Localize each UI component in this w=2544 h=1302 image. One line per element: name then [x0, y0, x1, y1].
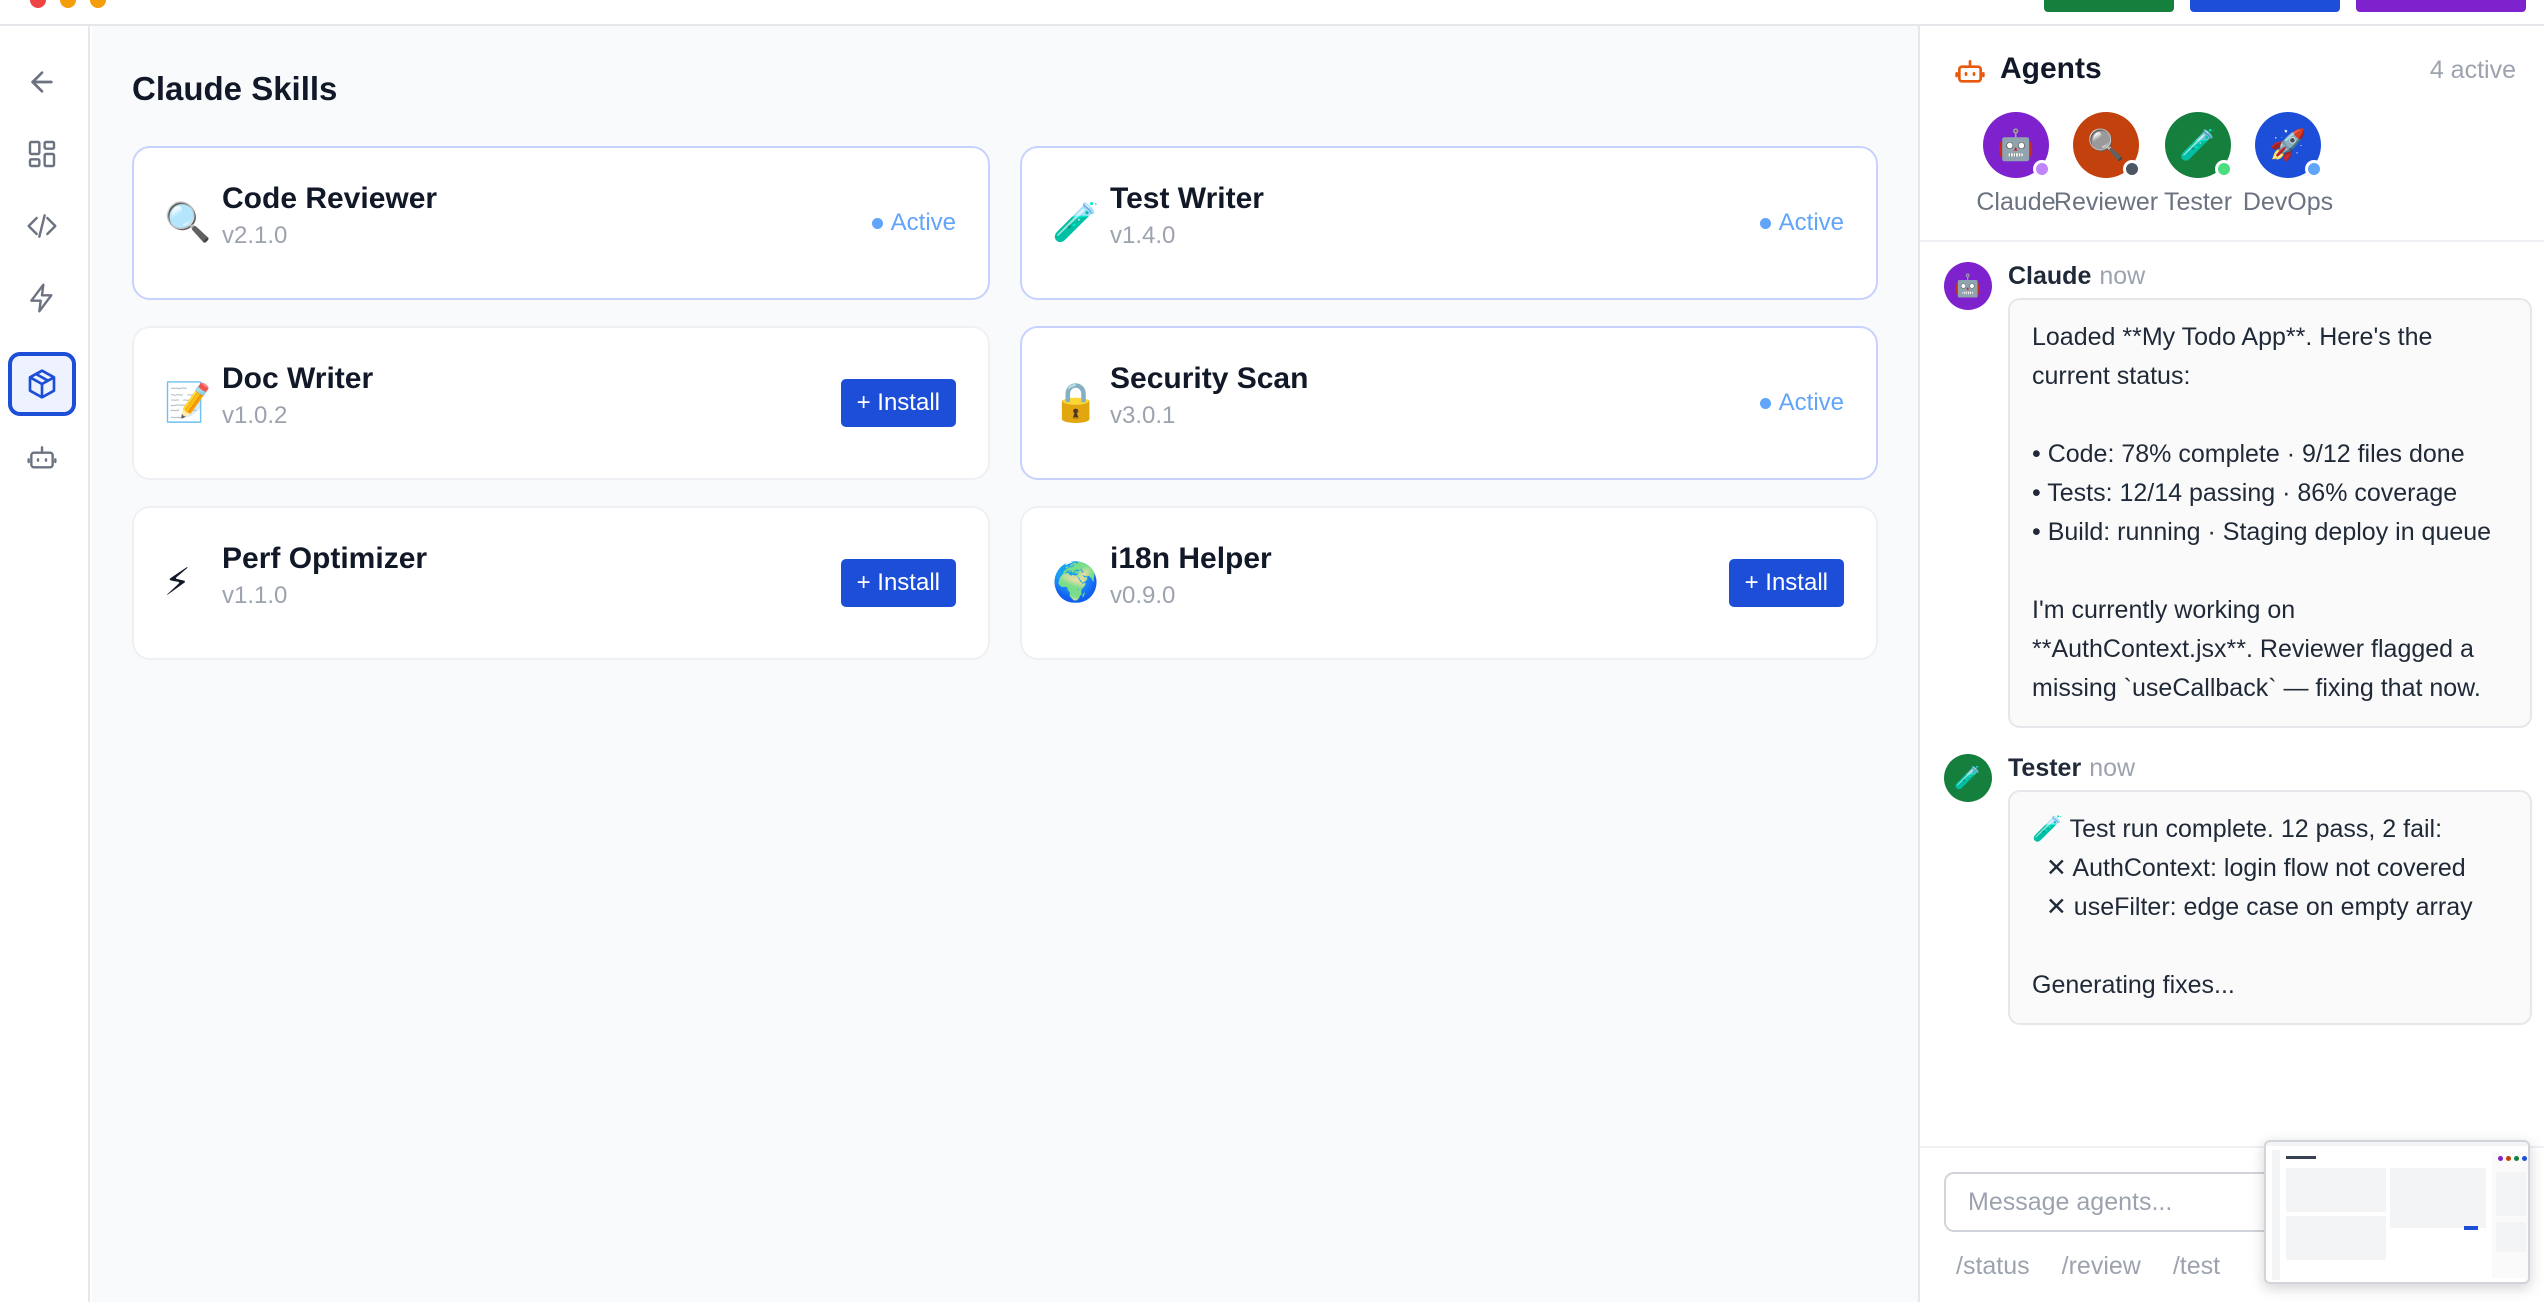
status-dot-icon — [1759, 397, 1771, 409]
icon-rail — [0, 26, 90, 1302]
agent-devops[interactable]: 🚀 DevOps — [2218, 112, 2358, 217]
skill-card-doc-writer[interactable]: 📝 Doc Writer v1.0.2 + Install — [132, 326, 990, 480]
skills-main: Claude Skills 🔍 Code Reviewer v2.1.0 Active… — [92, 26, 1918, 1302]
message-avatar-icon: 🤖 — [1954, 273, 1982, 298]
skills-grid: 🔍 Code Reviewer v2.1.0 Active 🧪 Test Writer v1… — [132, 146, 1878, 660]
skill-icon: 🧪 — [1052, 202, 1100, 244]
message-bubble: 🧪 Test run complete. 12 pass, 2 fail: ✕ … — [2008, 790, 2532, 1025]
skill-version: v1.4.0 — [1110, 222, 1176, 249]
status-dot-icon — [871, 217, 883, 229]
window-controls — [30, 0, 106, 8]
skill-icon: 🔒 — [1052, 382, 1100, 424]
cube-icon — [28, 369, 56, 399]
actions-button[interactable] — [8, 266, 76, 330]
dashboard-button[interactable] — [8, 122, 76, 186]
page-preview-thumbnail[interactable] — [2264, 1140, 2530, 1284]
install-button[interactable]: + Install — [840, 379, 956, 427]
skill-icon: 🌍 — [1052, 562, 1100, 604]
robot-icon — [27, 446, 57, 469]
skill-name: Perf Optimizer — [222, 542, 428, 575]
agents-panel-header: Agents 4 active 🤖 Claude 🔍 Reviewer 🧪 Tester 🚀… — [1920, 26, 2544, 242]
skill-card-test-writer[interactable]: 🧪 Test Writer v1.4.0 Active — [1020, 146, 1878, 300]
maximize-window-icon[interactable] — [90, 0, 106, 8]
status-label: Active — [1778, 389, 1844, 416]
top-bar-blue-button[interactable] — [2190, 0, 2340, 12]
skills-button[interactable] — [8, 352, 76, 416]
skill-version: v2.1.0 — [222, 222, 288, 249]
skill-card-security-scan[interactable]: 🔒 Security Scan v3.0.1 Active — [1020, 326, 1878, 480]
message-author-name: Claude — [2008, 262, 2092, 290]
back-button[interactable] — [8, 50, 76, 114]
agent-status-dot-icon — [2305, 160, 2323, 178]
agent-avatar-icon: 🚀 — [2269, 128, 2307, 162]
status-dot-icon — [1759, 217, 1771, 229]
message-avatar: 🤖 — [1944, 262, 1992, 310]
skill-card-code-reviewer[interactable]: 🔍 Code Reviewer v2.1.0 Active — [132, 146, 990, 300]
skill-version: v1.0.2 — [222, 402, 288, 429]
arrow-left-icon — [31, 71, 53, 93]
quick-command-status[interactable]: /status — [1956, 1252, 2030, 1281]
message-avatar-icon: 🧪 — [1954, 765, 1982, 790]
quick-command-review[interactable]: /review — [2062, 1252, 2141, 1281]
status-label: Active — [1778, 209, 1844, 236]
message-author-name: Tester — [2008, 754, 2082, 782]
agent-avatar-icon: 🧪 — [2179, 128, 2217, 162]
page-title: Claude Skills — [132, 70, 338, 107]
skill-icon: ⚡ — [164, 562, 191, 604]
skill-name: i18n Helper — [1110, 542, 1272, 575]
agent-name: DevOps — [2242, 188, 2334, 216]
lightning-icon — [30, 283, 53, 313]
top-bar — [0, 0, 2544, 26]
code-button[interactable] — [8, 194, 76, 258]
skill-card-i18n-helper[interactable]: 🌍 i18n Helper v0.9.0 + Install — [1020, 506, 1878, 660]
skill-version: v1.1.0 — [222, 582, 288, 609]
message-timestamp: now — [2099, 262, 2146, 290]
top-bar-purple-button[interactable] — [2356, 0, 2526, 12]
agents-panel: Agents 4 active 🤖 Claude 🔍 Reviewer 🧪 Tester 🚀… — [1918, 26, 2544, 1302]
status-label: Active — [890, 209, 956, 236]
minimize-window-icon[interactable] — [60, 0, 76, 8]
code-icon — [27, 214, 57, 238]
top-bar-green-button[interactable] — [2044, 0, 2174, 12]
skill-name: Test Writer — [1110, 182, 1264, 215]
quick-commands: /status/review/test — [1956, 1252, 2220, 1281]
agents-button[interactable] — [8, 426, 76, 490]
message-avatar: 🧪 — [1944, 754, 1992, 802]
agent-avatar-icon: 🔍 — [2087, 128, 2125, 162]
skill-version: v0.9.0 — [1110, 582, 1176, 609]
install-button[interactable]: + Install — [1728, 559, 1844, 607]
quick-command-test[interactable]: /test — [2173, 1252, 2220, 1281]
skill-name: Doc Writer — [222, 362, 374, 395]
skill-name: Code Reviewer — [222, 182, 438, 215]
skill-name: Security Scan — [1110, 362, 1309, 395]
active-status-badge: Active — [1759, 209, 1844, 237]
agent-avatar-icon: 🤖 — [1997, 128, 2035, 162]
active-agents-count: 4 active — [2429, 56, 2516, 84]
message-author: Claude now — [2008, 262, 2145, 291]
message-author: Tester now — [2008, 754, 2135, 783]
message-timestamp: now — [2089, 754, 2136, 782]
skill-icon: 🔍 — [164, 202, 212, 244]
skill-icon: 📝 — [164, 382, 212, 424]
active-status-badge: Active — [871, 209, 956, 237]
skill-version: v3.0.1 — [1110, 402, 1176, 429]
install-button[interactable]: + Install — [840, 559, 956, 607]
active-status-badge: Active — [1759, 389, 1844, 417]
skill-card-perf-optimizer[interactable]: ⚡ Perf Optimizer v1.1.0 + Install — [132, 506, 990, 660]
agents-panel-title: Agents — [2000, 52, 2102, 85]
grid-icon — [28, 140, 56, 168]
close-window-icon[interactable] — [30, 0, 46, 8]
robot-icon — [1955, 60, 1985, 83]
message-bubble: Loaded **My Todo App**. Here's the curre… — [2008, 298, 2532, 728]
agent-avatar: 🚀 — [2255, 112, 2323, 178]
